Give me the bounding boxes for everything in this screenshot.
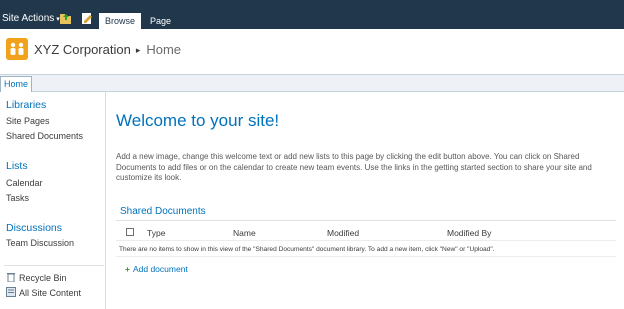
empty-row-rule (116, 256, 616, 257)
site-logo-icon[interactable] (6, 38, 28, 60)
column-header-rule (116, 240, 616, 241)
navigate-up-icon[interactable] (60, 13, 72, 24)
nav-heading-lists[interactable]: Lists (6, 160, 28, 172)
nav-item-tasks[interactable]: Tasks (6, 193, 29, 203)
tab-browse[interactable]: Browse (99, 13, 141, 29)
site-actions-label: Site Actions (2, 13, 55, 24)
edit-page-icon[interactable] (81, 13, 93, 24)
site-name-link[interactable]: XYZ Corporation (34, 42, 131, 57)
ribbon-bar: Site Actions ▾ Browse Page (0, 0, 624, 29)
column-header-name[interactable]: Name (233, 228, 256, 238)
welcome-text: Add a new image, change this welcome tex… (116, 152, 592, 182)
nav-item-calendar[interactable]: Calendar (6, 178, 43, 188)
nav-heading-discussions[interactable]: Discussions (6, 222, 62, 234)
all-site-content-label: All Site Content (19, 288, 82, 298)
column-header-modified-by[interactable]: Modified By (447, 228, 491, 238)
select-all-checkbox[interactable] (126, 228, 134, 236)
quick-launch: Libraries Site Pages Shared Documents Li… (0, 92, 106, 309)
site-actions-menu[interactable]: Site Actions ▾ (2, 13, 60, 24)
empty-library-message: There are no items to show in this view … (119, 246, 495, 253)
recycle-bin-icon (7, 273, 15, 283)
plus-icon: + (125, 264, 130, 274)
nav-item-recycle-bin[interactable]: Recycle Bin (6, 272, 67, 283)
nav-item-all-site-content[interactable]: All Site Content (6, 287, 81, 298)
top-navigation: Home (0, 74, 624, 92)
nav-heading-libraries[interactable]: Libraries (6, 99, 46, 111)
current-page-title: Home (146, 42, 182, 57)
all-site-content-icon (6, 287, 16, 297)
nav-divider (4, 265, 104, 266)
add-document-label: Add document (132, 264, 188, 274)
webpart-title-rule (116, 220, 616, 221)
breadcrumb-separator-icon: ▸ (135, 45, 141, 55)
breadcrumb: XYZ Corporation ▸ Home (34, 42, 181, 57)
nav-item-site-pages[interactable]: Site Pages (6, 116, 50, 126)
nav-item-team-discussion[interactable]: Team Discussion (6, 238, 74, 248)
page-title: Welcome to your site! (116, 111, 280, 130)
tab-page[interactable]: Page (150, 13, 171, 29)
column-header-modified[interactable]: Modified (327, 228, 359, 238)
nav-item-shared-documents[interactable]: Shared Documents (6, 131, 83, 141)
recycle-bin-label: Recycle Bin (19, 273, 67, 283)
shared-documents-webpart-title[interactable]: Shared Documents (120, 206, 206, 217)
add-document-link[interactable]: + Add document (125, 264, 188, 274)
topnav-home-tab[interactable]: Home (0, 76, 32, 92)
column-header-type[interactable]: Type (147, 228, 165, 238)
